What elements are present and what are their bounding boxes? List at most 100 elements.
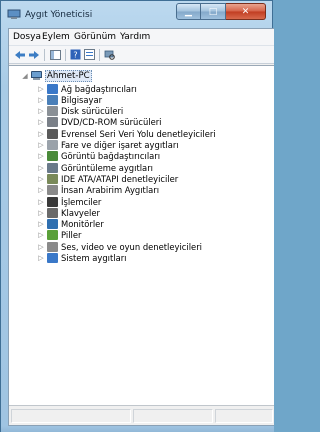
- status-cell: [215, 409, 273, 423]
- tree-item[interactable]: ▷ İnsan Arabirim Aygıtları: [37, 185, 159, 196]
- mouse-icon: [47, 140, 58, 150]
- toolbar-separator: [65, 49, 66, 61]
- sound-icon: [47, 241, 58, 252]
- properties-icon: [84, 49, 95, 60]
- menu-eylem[interactable]: Eylem: [42, 32, 70, 42]
- show-hide-tree-icon: [50, 49, 61, 60]
- expand-icon[interactable]: ▷: [37, 130, 45, 138]
- collapse-icon[interactable]: ◢: [21, 72, 29, 80]
- tree-item[interactable]: ▷ Disk sürücüleri: [37, 106, 123, 117]
- device-tree[interactable]: ◢ Ahmet-PC ▷ Ağ bağdaştırıcıları ▷ Bilgisay…: [9, 65, 274, 407]
- menu-yardim[interactable]: Yardım: [120, 32, 150, 42]
- tree-item[interactable]: ▷ IDE ATA/ATAPI denetleyiciler: [37, 173, 178, 184]
- tree-item-label: Ağ bağdaştırıcıları: [61, 83, 137, 94]
- tree-item-label: Görüntüleme aygıtları: [61, 162, 153, 173]
- back-button[interactable]: [13, 48, 26, 61]
- hid-icon: [47, 185, 58, 196]
- window-title: Aygıt Yöneticisi: [25, 10, 93, 20]
- tree-item-label: Evrensel Seri Veri Yolu denetleyicileri: [61, 128, 216, 139]
- expand-icon[interactable]: ▷: [37, 85, 45, 93]
- help-icon: ?: [70, 49, 81, 60]
- tree-item[interactable]: ▷ Görüntü bağdaştırıcıları: [37, 151, 160, 162]
- tree-item[interactable]: ▷ Piller: [37, 230, 81, 241]
- computer-icon: [47, 94, 58, 105]
- processor-icon: [47, 196, 58, 207]
- expand-icon[interactable]: ▷: [37, 107, 45, 115]
- expand-icon[interactable]: ▷: [37, 152, 45, 160]
- tree-item[interactable]: ▷ Bilgisayar: [37, 94, 102, 105]
- ide-controller-icon: [47, 173, 58, 184]
- computer-icon: [31, 70, 42, 80]
- tree-item-label: Bilgisayar: [61, 94, 103, 105]
- expand-icon[interactable]: ▷: [37, 118, 45, 126]
- tree-item[interactable]: ▷ İşlemciler: [37, 196, 101, 207]
- toolbar-separator: [99, 49, 100, 61]
- maximize-button[interactable]: □: [201, 3, 226, 20]
- window-controls: ▁ □ ✕: [176, 3, 266, 20]
- expand-icon[interactable]: ▷: [37, 243, 45, 251]
- properties-button[interactable]: [83, 48, 96, 61]
- status-bar: [9, 405, 274, 425]
- status-cell: [11, 409, 131, 423]
- expand-icon[interactable]: ▷: [37, 96, 45, 104]
- tree-item-label: Disk sürücüleri: [61, 106, 124, 117]
- expand-icon[interactable]: ▷: [37, 209, 45, 217]
- tree-item[interactable]: ▷ Monitörler: [37, 219, 104, 230]
- client-area: Dosya Eylem Görünüm Yardım ? ◢ Ahmet-PC …: [8, 28, 274, 426]
- forward-arrow-icon: [28, 50, 39, 59]
- tree-root[interactable]: ◢ Ahmet-PC: [21, 69, 92, 82]
- monitor-icon: [47, 219, 58, 230]
- imaging-device-icon: [47, 162, 58, 173]
- tree-item-label: Piller: [61, 230, 82, 241]
- tree-item-label: Görüntü bağdaştırıcıları: [61, 151, 161, 162]
- expand-icon[interactable]: ▷: [37, 198, 45, 206]
- tree-item-label: Fare ve diğer işaret aygıtları: [61, 140, 179, 150]
- tree-item[interactable]: ▷ DVD/CD-ROM sürücüleri: [37, 117, 162, 128]
- expand-icon[interactable]: ▷: [37, 186, 45, 194]
- toolbar: ?: [9, 46, 274, 64]
- tree-item[interactable]: ▷ Evrensel Seri Veri Yolu denetleyicileri: [37, 128, 216, 139]
- help-button[interactable]: ?: [69, 48, 82, 61]
- scan-hardware-icon: [104, 50, 115, 60]
- forward-button[interactable]: [27, 48, 40, 61]
- dvd-drive-icon: [47, 117, 58, 128]
- tree-item-label: İşlemciler: [61, 196, 102, 207]
- toolbar-separator: [44, 49, 45, 61]
- usb-icon: [47, 128, 58, 139]
- tree-item-label: Monitörler: [61, 219, 104, 230]
- back-arrow-icon: [14, 50, 25, 59]
- expand-icon[interactable]: ▷: [37, 220, 45, 228]
- tree-item-label: IDE ATA/ATAPI denetleyiciler: [61, 173, 179, 184]
- menu-dosya[interactable]: Dosya: [13, 32, 41, 42]
- scan-hardware-button[interactable]: [103, 48, 116, 61]
- tree-item[interactable]: ▷ Görüntüleme aygıtları: [37, 162, 153, 173]
- tree-item[interactable]: ▷ Klavyeler: [37, 207, 100, 218]
- minimize-icon: ▁: [185, 6, 192, 17]
- title-bar[interactable]: Aygıt Yöneticisi ▁ □ ✕: [1, 1, 272, 28]
- network-adapter-icon: [47, 83, 58, 94]
- tree-item-label: İnsan Arabirim Aygıtları: [61, 185, 160, 196]
- device-manager-icon: [7, 9, 21, 19]
- display-adapter-icon: [47, 151, 58, 162]
- status-cell: [133, 409, 213, 423]
- tree-item[interactable]: ▷ Ses, video ve oyun denetleyicileri: [37, 241, 202, 252]
- expand-icon[interactable]: ▷: [37, 231, 45, 239]
- disk-drive-icon: [47, 106, 58, 117]
- expand-icon[interactable]: ▷: [37, 175, 45, 183]
- close-button[interactable]: ✕: [226, 3, 266, 20]
- device-manager-window: Aygıt Yöneticisi ▁ □ ✕ Dosya Eylem Görün…: [0, 0, 274, 432]
- expand-icon[interactable]: ▷: [37, 141, 45, 149]
- expand-icon[interactable]: ▷: [37, 164, 45, 172]
- tree-item-label: Klavyeler: [61, 207, 100, 218]
- expand-icon[interactable]: ▷: [37, 254, 45, 262]
- svg-text:?: ?: [73, 51, 77, 60]
- show-hide-tree-button[interactable]: [49, 48, 62, 61]
- tree-item-label: DVD/CD-ROM sürücüleri: [61, 117, 162, 128]
- system-device-icon: [47, 253, 58, 263]
- tree-item[interactable]: ▷ Sistem aygıtları: [37, 253, 127, 264]
- tree-item[interactable]: ▷ Ağ bağdaştırıcıları: [37, 83, 137, 94]
- minimize-button[interactable]: ▁: [176, 3, 201, 20]
- menu-gorunum[interactable]: Görünüm: [74, 32, 116, 42]
- tree-item[interactable]: ▷ Fare ve diğer işaret aygıtları: [37, 140, 179, 151]
- close-icon: ✕: [241, 6, 250, 17]
